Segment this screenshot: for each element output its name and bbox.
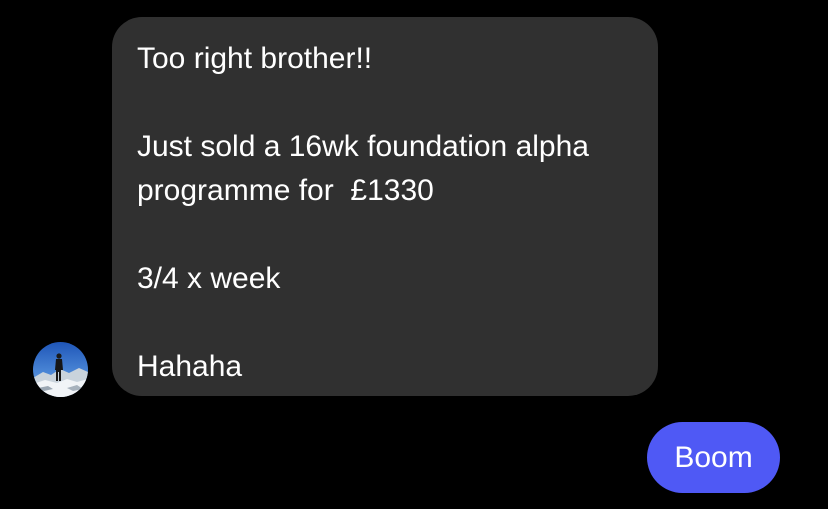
message-line: programme for £1330 (137, 174, 434, 207)
outgoing-message-bubble[interactable]: Boom (647, 422, 780, 493)
message-line (137, 301, 632, 345)
profile-photo-icon (33, 342, 88, 397)
message-line: Too right brother!! (137, 42, 373, 75)
incoming-message-bubble[interactable]: Too right brother!! Just sold a 16wk fou… (112, 17, 658, 396)
message-line: Just sold a 16wk foundation alpha (137, 130, 589, 163)
sender-avatar[interactable] (33, 342, 88, 397)
message-thread: Too right brother!! Just sold a 16wk fou… (0, 0, 828, 509)
message-line (137, 213, 632, 257)
message-line: Hahaha (137, 350, 243, 383)
message-line: 3/4 x week (137, 262, 281, 295)
outgoing-message-text: Boom (674, 441, 753, 474)
message-line (137, 81, 632, 125)
